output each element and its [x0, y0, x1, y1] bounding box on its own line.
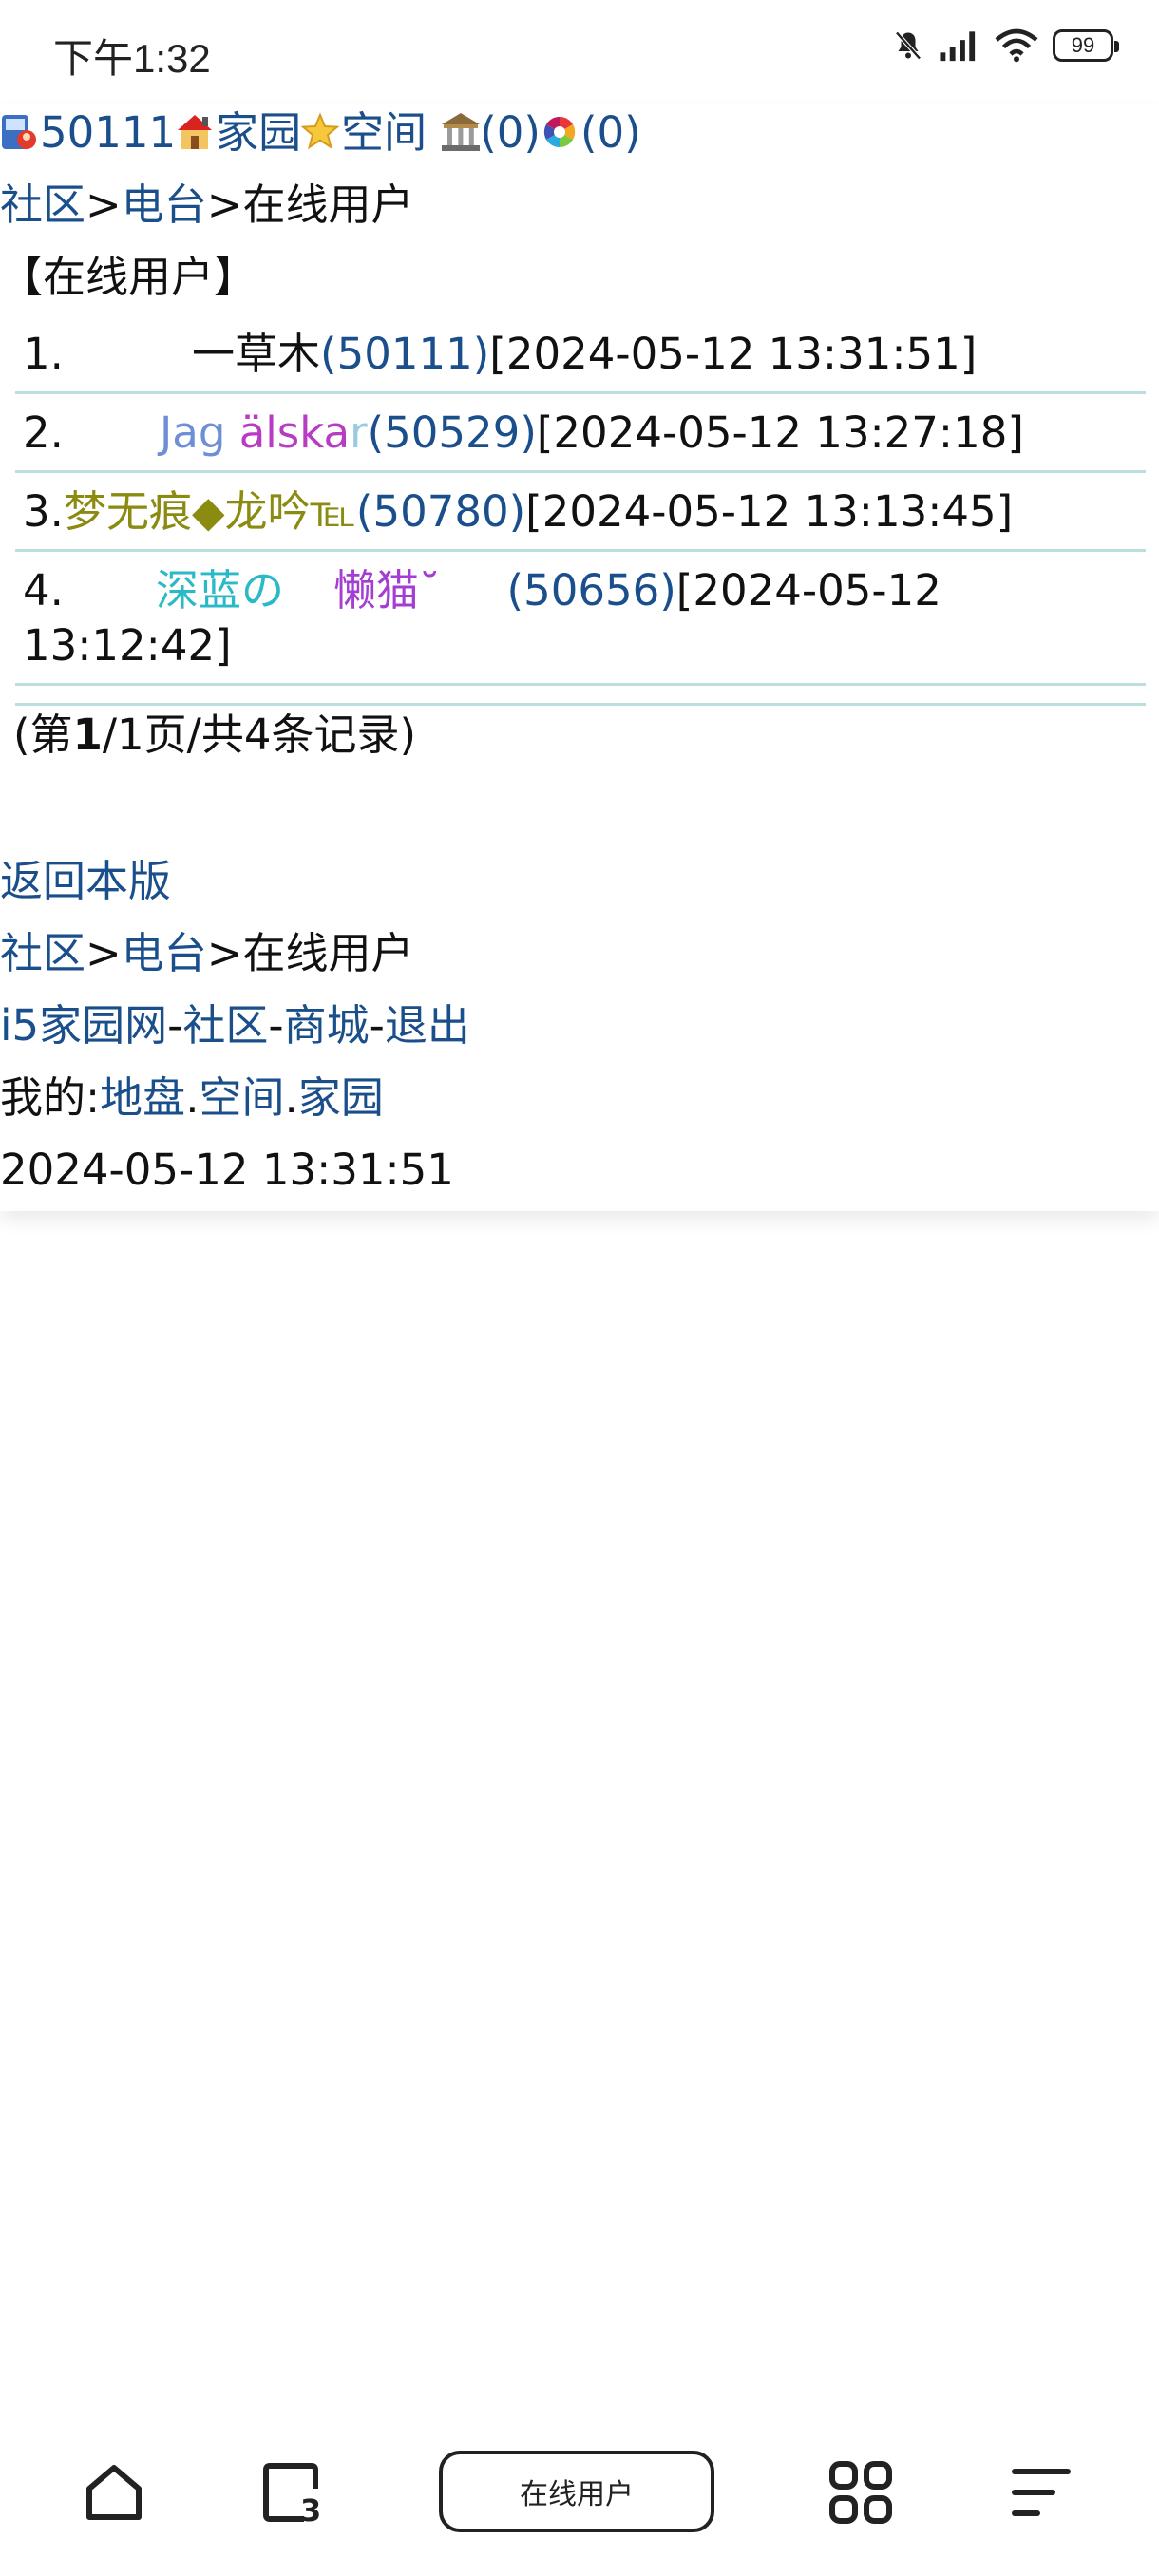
row-number: 3.	[23, 486, 64, 537]
menu-nav-button[interactable]	[1007, 2458, 1075, 2530]
breadcrumb-current: 在线用户	[242, 180, 414, 230]
online-time: [2024-05-12 13:27:18]	[536, 407, 1024, 458]
apps-nav-button[interactable]	[826, 2458, 895, 2530]
bank-count-link[interactable]: (0)	[480, 107, 541, 158]
user-id-link[interactable]: (50529)	[368, 407, 537, 458]
mall-link[interactable]: 商城	[284, 1000, 370, 1051]
my-label: 我的:	[0, 1072, 101, 1123]
footer-time: 2024-05-12 13:31:51	[0, 1145, 454, 1195]
user-header: 50111 家园 空间 (0) (0)	[0, 104, 641, 161]
online-time: 13:12:42]	[23, 620, 232, 671]
back-to-board-link[interactable]: 返回本版	[0, 856, 171, 906]
row-number: 1.	[23, 329, 64, 379]
mute-bell-icon	[891, 28, 925, 63]
site-home-link[interactable]: i5家园网	[0, 1000, 167, 1051]
user-name-link[interactable]: Jag älskar	[160, 407, 368, 458]
site-links: i5家园网-社区-商城-退出	[0, 997, 470, 1054]
breadcrumb-top: 社区>电台>在线用户	[0, 177, 413, 234]
menu-icon	[1012, 2469, 1071, 2516]
home-nav-button[interactable]	[80, 2458, 148, 2530]
land-link[interactable]: 地盘	[100, 1072, 185, 1123]
separator: .	[284, 1072, 298, 1123]
user-name-part: älska	[238, 407, 351, 458]
wifi-icon	[994, 28, 1039, 63]
breadcrumb-community-link[interactable]: 社区	[0, 180, 86, 230]
status-icons: 99	[891, 28, 1119, 63]
user-id-link[interactable]: 50111	[40, 107, 176, 158]
home-icon	[176, 110, 214, 152]
divider	[15, 703, 1146, 706]
online-user-list: 1. 一草木(50111)[2024-05-12 13:31:51] 2. Jag …	[15, 315, 1146, 706]
logout-link[interactable]: 退出	[385, 1000, 470, 1051]
row-number: 4.	[23, 565, 64, 616]
bank-icon	[440, 110, 481, 152]
grid-icon	[829, 2461, 892, 2524]
tabs-icon: 3	[263, 2463, 321, 2529]
list-item: 4. 深蓝の 懒猫˘ (50656)[2024-05-12 13:12:42]	[15, 552, 1146, 686]
user-id-link[interactable]: (50111)	[320, 329, 489, 379]
my-home-link[interactable]: 家园	[298, 1072, 384, 1123]
battery-icon: 99	[1053, 29, 1119, 62]
my-links: 我的:地盘.空间.家园	[0, 1070, 384, 1127]
row-number: 2.	[23, 407, 64, 458]
space-link[interactable]: 空间	[341, 107, 427, 158]
page-content: 50111 家园 空间 (0) (0) 社区>电台>在线用户 【在线用户】 1.…	[0, 104, 1159, 1211]
user-badge-icon	[0, 110, 38, 152]
user-name-part: r	[350, 407, 368, 458]
separator: -	[268, 1000, 284, 1051]
community-link[interactable]: 社区	[182, 1000, 268, 1051]
breadcrumb-separator: >	[86, 180, 122, 230]
pagination-rest: /1页/共4条记录)	[102, 710, 417, 760]
online-time: [2024-05-12 13:31:51]	[489, 329, 978, 379]
separator: -	[369, 1000, 385, 1051]
tab-count: 3	[300, 2492, 321, 2527]
back-row: 返回本版	[0, 853, 171, 910]
my-space-link[interactable]: 空间	[200, 1072, 285, 1123]
separator: -	[167, 1000, 183, 1051]
status-time: 下午1:32	[53, 36, 211, 81]
breadcrumb-bottom: 社区>电台>在线用户	[0, 925, 413, 982]
separator: .	[185, 1072, 200, 1123]
color-wheel-icon	[541, 110, 579, 152]
breadcrumb-separator: >	[206, 180, 243, 230]
user-name-part: 懒猫˘	[333, 565, 441, 616]
list-item: 3.梦无痕◆龙吟℡(50780)[2024-05-12 13:13:45]	[15, 473, 1146, 552]
user-name-part: 深蓝の	[156, 565, 285, 616]
online-time: [2024-05-12 13:13:45]	[525, 486, 1014, 537]
online-time: [2024-05-12	[675, 565, 941, 616]
status-bar: 下午1:32 99	[0, 0, 1159, 104]
current-page: 1	[72, 710, 103, 760]
user-name-link[interactable]: 梦无痕◆龙吟℡	[64, 486, 356, 537]
breadcrumb-community-link[interactable]: 社区	[0, 928, 86, 978]
list-item: 1. 一草木(50111)[2024-05-12 13:31:51]	[15, 315, 1146, 394]
section-title: 【在线用户】	[0, 252, 257, 302]
home-icon	[86, 2465, 142, 2520]
breadcrumb-radio-link[interactable]: 电台	[122, 180, 207, 230]
star-icon	[300, 110, 340, 152]
breadcrumb-separator: >	[206, 928, 243, 978]
browser-bottom-nav: 3 在线用户	[0, 2432, 1159, 2555]
breadcrumb-radio-link[interactable]: 电台	[122, 928, 207, 978]
signal-icon	[939, 28, 980, 63]
home-link[interactable]: 家园	[216, 107, 301, 158]
user-name-link[interactable]: 深蓝の 懒猫˘	[156, 565, 441, 616]
tabs-nav-button[interactable]: 3	[258, 2458, 327, 2530]
user-name-link[interactable]: 一草木	[192, 329, 320, 379]
list-item: 2. Jag älskar(50529)[2024-05-12 13:27:18]	[15, 394, 1146, 473]
address-bar[interactable]: 在线用户	[439, 2451, 714, 2532]
user-name-part: Jag	[160, 407, 239, 458]
pagination-prefix: (第	[13, 710, 73, 760]
pagination-info: (第1/1页/共4条记录)	[13, 707, 416, 764]
user-id-link[interactable]: (50656)	[507, 565, 676, 616]
breadcrumb-separator: >	[86, 928, 122, 978]
breadcrumb-current: 在线用户	[242, 928, 414, 978]
user-id-link[interactable]: (50780)	[356, 486, 525, 537]
color-count-link[interactable]: (0)	[580, 107, 641, 158]
